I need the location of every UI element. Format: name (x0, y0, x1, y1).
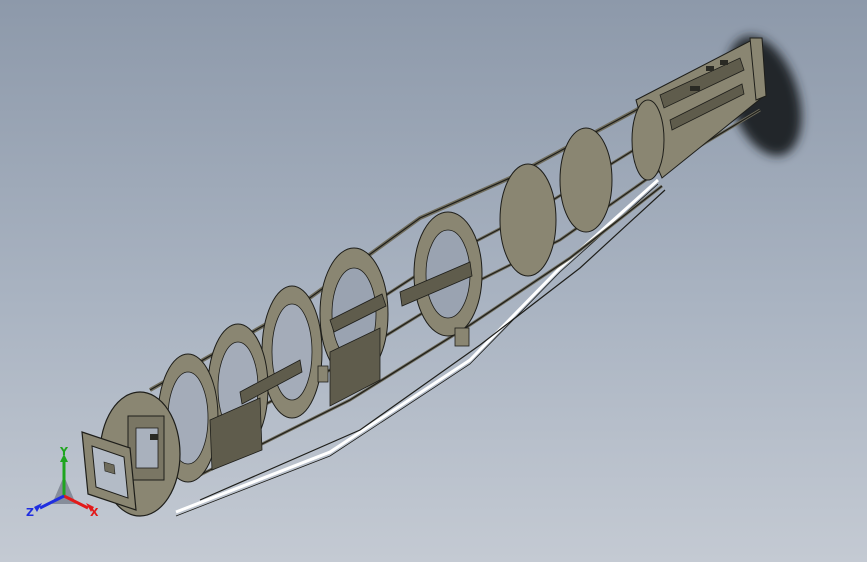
bulkhead-9 (631, 99, 665, 181)
x-axis-label: X (90, 506, 99, 519)
bulkhead-7 (499, 163, 557, 277)
y-axis-label: Y (59, 446, 69, 458)
orientation-triad[interactable]: Y X Z (24, 446, 104, 526)
z-axis-label: Z (26, 506, 34, 519)
graphics-viewport[interactable]: Y X Z (0, 0, 867, 562)
bulkhead-8 (559, 127, 613, 233)
fuselage-frame-model[interactable] (0, 0, 867, 562)
